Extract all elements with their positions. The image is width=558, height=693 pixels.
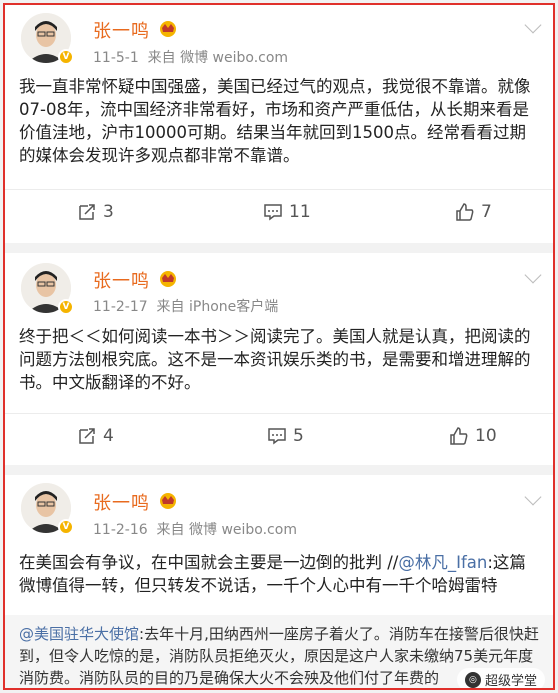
- action-bar: 3 11 7: [5, 189, 553, 233]
- like-count: 10: [475, 426, 497, 446]
- repost-count: 4: [103, 426, 114, 446]
- repost-mention-link[interactable]: @美国驻华大使馆: [19, 625, 139, 643]
- repost-button[interactable]: 4: [77, 414, 114, 458]
- crown-icon: [160, 271, 176, 287]
- like-button[interactable]: 7: [455, 190, 492, 234]
- verified-badge-icon: V: [58, 519, 74, 535]
- weibo-post: V 张一鸣 11-5-1 来自 微博 weibo.com 我一直非常怀疑中国强盛…: [5, 5, 553, 243]
- screenshot-frame: V 张一鸣 11-5-1 来自 微博 weibo.com 我一直非常怀疑中国强盛…: [3, 3, 555, 690]
- post-text: 终于把＜＜如何阅读一本书＞＞阅读完了。美国人就是认真，把阅读的问题方法刨根究底。…: [19, 327, 531, 392]
- chevron-down-icon[interactable]: [524, 488, 542, 506]
- post-meta: 11-5-1 来自 微博 weibo.com: [93, 47, 288, 67]
- repost-icon: [79, 428, 95, 444]
- comment-count: 5: [293, 426, 304, 446]
- like-count: 7: [481, 202, 492, 222]
- comment-icon: [268, 428, 286, 445]
- crown-icon: [160, 493, 176, 509]
- watermark-logo-icon: ◎: [464, 671, 481, 688]
- repost-icon: [79, 204, 95, 220]
- watermark: ◎ 超级学堂: [456, 668, 545, 689]
- like-icon: [456, 203, 474, 221]
- post-date: 11-2-17: [93, 299, 148, 315]
- like-button[interactable]: 10: [449, 414, 497, 458]
- comment-button[interactable]: 5: [267, 414, 304, 458]
- post-text: 在美国会有争议，在中国就会主要是一边倒的批判 //@林凡_Ifan:这篇微博值得…: [19, 551, 539, 597]
- watermark-text: 超级学堂: [484, 674, 537, 689]
- repost-button[interactable]: 3: [77, 190, 114, 234]
- post-source: 来自 微博 weibo.com: [156, 522, 297, 538]
- author-name[interactable]: 张一鸣: [93, 489, 150, 515]
- post-meta: 11-2-17 来自 iPhone客户端: [93, 296, 278, 316]
- verified-badge-icon: V: [58, 299, 74, 315]
- comment-button[interactable]: 11: [263, 190, 311, 234]
- user-mention-link[interactable]: @林凡_Ifan: [398, 553, 487, 572]
- author-name[interactable]: 张一鸣: [93, 17, 150, 43]
- action-bar: 4 5 10: [5, 413, 553, 457]
- post-source: 来自 iPhone客户端: [156, 299, 279, 315]
- post-text: 我一直非常怀疑中国强盛，美国已经过气的观点，我觉很不靠谱。就像07-08年，流中…: [19, 77, 531, 165]
- comment-count: 11: [289, 202, 311, 222]
- author-name[interactable]: 张一鸣: [93, 267, 150, 293]
- post-source: 来自 微博 weibo.com: [147, 50, 289, 66]
- post-text-before: 在美国会有争议，在中国就会主要是一边倒的批判 //: [19, 553, 399, 572]
- comment-icon: [264, 204, 282, 221]
- crown-icon: [160, 21, 176, 37]
- like-icon: [450, 427, 468, 445]
- weibo-post: V 张一鸣 11-2-17 来自 iPhone客户端 终于把＜＜如何阅读一本书＞…: [5, 253, 553, 465]
- repost-count: 3: [103, 202, 114, 222]
- chevron-down-icon[interactable]: [524, 266, 542, 284]
- chevron-down-icon[interactable]: [524, 16, 542, 34]
- weibo-post: V 张一鸣 11-2-16 来自 微博 weibo.com 在美国会有争议，在中…: [5, 475, 553, 689]
- post-date: 11-5-1: [93, 50, 139, 66]
- verified-badge-icon: V: [58, 49, 74, 65]
- post-meta: 11-2-16 来自 微博 weibo.com: [93, 519, 297, 539]
- post-date: 11-2-16: [93, 522, 148, 538]
